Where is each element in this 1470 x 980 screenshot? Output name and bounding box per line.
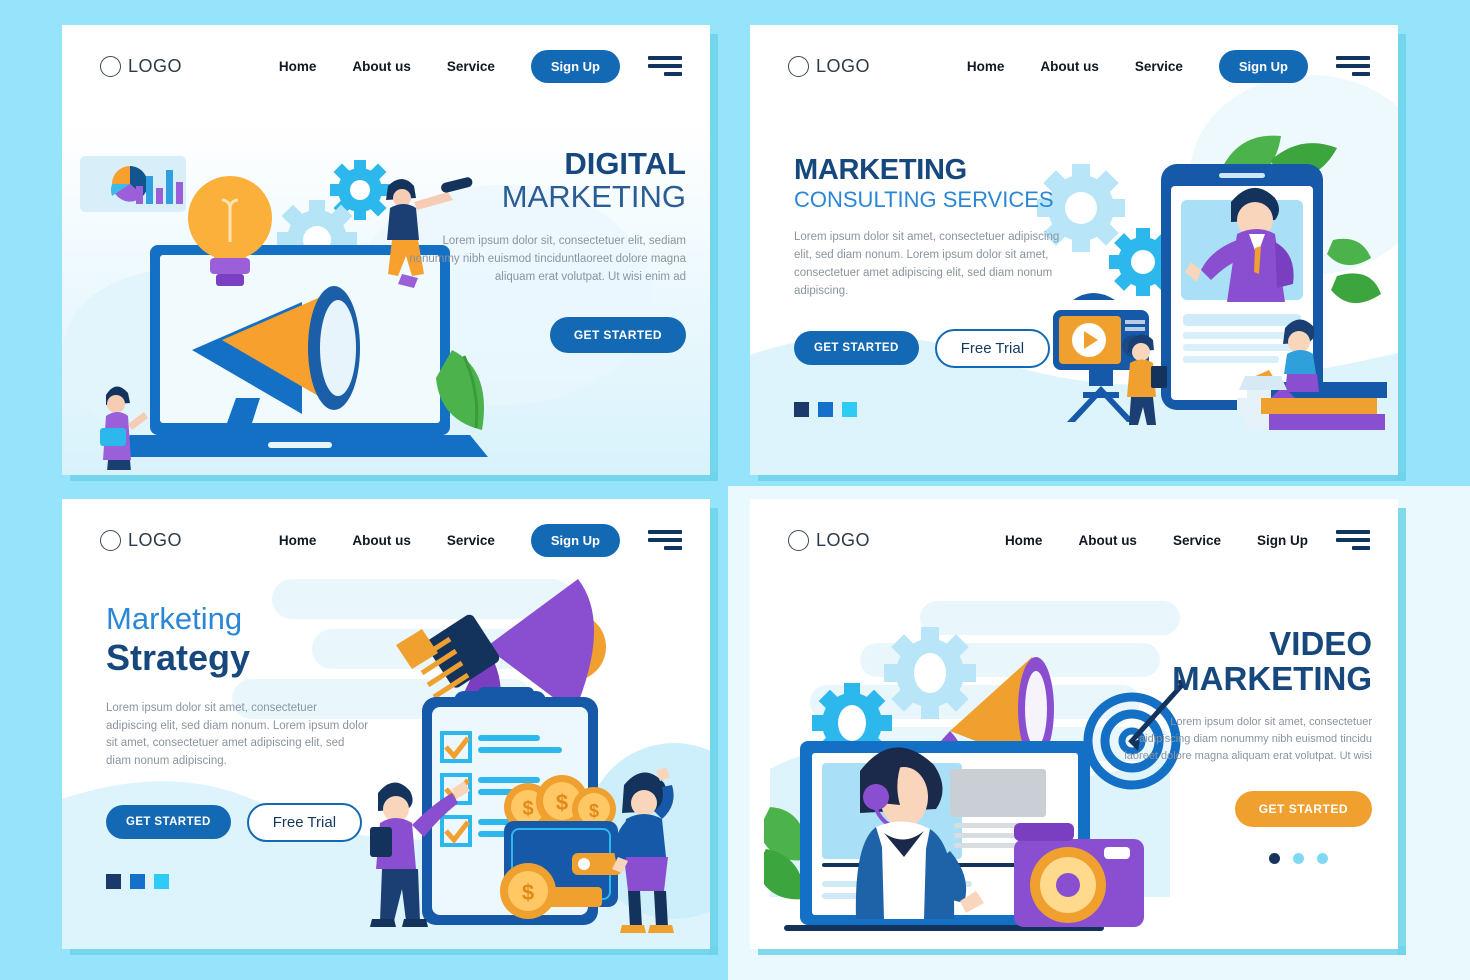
title-line1: DIGITAL (564, 146, 686, 181)
title-line2: MARKETING (501, 178, 686, 214)
carousel-dot[interactable] (106, 873, 121, 889)
hamburger-bar (648, 56, 682, 60)
carousel-dots[interactable] (1122, 853, 1328, 865)
signup-button[interactable]: Sign Up (530, 523, 620, 557)
title-line1: VIDEO (1269, 625, 1372, 662)
carousel-dot[interactable] (794, 401, 809, 417)
get-started-button[interactable]: GET STARTED (1234, 791, 1372, 828)
hamburger-bar (648, 530, 682, 534)
title-line1: MARKETING (794, 154, 967, 186)
nav-link-home[interactable]: Home (279, 59, 317, 74)
body-copy: Lorem ipsum dolor sit amet, consectetuer… (1124, 716, 1372, 763)
body-copy: Lorem ipsum dolor sit amet, consectetuer… (106, 701, 369, 768)
card-marketing-strategy: LOGO Home About us Service Sign Up $ $ $… (62, 499, 710, 949)
hamburger-icon[interactable] (648, 56, 682, 76)
logo[interactable]: LOGO (788, 529, 871, 551)
hamburger-icon[interactable] (1336, 530, 1370, 550)
hamburger-bar (648, 64, 682, 68)
content-strategy: Marketing Strategy Lorem ipsum dolor sit… (106, 601, 371, 889)
svg-text:$: $ (522, 798, 533, 820)
carousel-dot[interactable] (842, 401, 857, 417)
illustration-strategy: $ $ $ $ (370, 579, 674, 933)
hamburger-bar (1336, 530, 1370, 534)
content-digital-marketing: DIGITAL MARKETING Lorem ipsum dolor sit,… (396, 146, 686, 353)
carousel-dot[interactable] (130, 873, 145, 889)
title-line2: CONSULTING SERVICES (794, 186, 1054, 212)
logo[interactable]: LOGO (100, 529, 183, 551)
get-started-button[interactable]: GET STARTED (549, 316, 686, 353)
logo-label: LOGO (128, 529, 183, 550)
signup-button[interactable]: Sign Up (530, 49, 620, 83)
nav-link-service[interactable]: Service (1173, 533, 1221, 548)
free-trial-button[interactable]: Free Trial (246, 802, 363, 842)
hamburger-icon[interactable] (648, 530, 682, 550)
nav-link-service[interactable]: Service (1135, 59, 1183, 74)
svg-text:$: $ (556, 790, 568, 815)
body-copy: Lorem ipsum dolor sit amet, consectetuer… (794, 231, 1060, 297)
free-trial-button[interactable]: Free Trial (934, 328, 1051, 368)
logo-label: LOGO (816, 55, 871, 76)
title-line2: MARKETING (1172, 659, 1372, 697)
get-started-button[interactable]: GET STARTED (794, 331, 919, 366)
nav-link-service[interactable]: Service (447, 533, 495, 548)
logo[interactable]: LOGO (100, 55, 183, 77)
card-video-marketing: LOGO Home About us Service Sign Up VIDEO… (750, 499, 1398, 949)
hamburger-bar (1352, 72, 1370, 76)
hamburger-bar (648, 538, 682, 542)
card-digital-marketing: LOGO Home About us Service Sign Up DIGIT… (62, 25, 710, 475)
content-consulting: MARKETING CONSULTING SERVICES Lorem ipsu… (794, 154, 1074, 417)
body-copy: Lorem ipsum dolor sit, consectetuer elit… (409, 235, 686, 283)
signup-link[interactable]: Sign Up (1257, 533, 1308, 548)
carousel-dot[interactable] (1293, 853, 1304, 865)
carousel-dot[interactable] (1269, 853, 1280, 865)
card-shadow-strategy-right (709, 508, 718, 955)
nav-link-about-us[interactable]: About us (352, 59, 411, 74)
hamburger-bar (664, 546, 682, 550)
logo[interactable]: LOGO (788, 55, 871, 77)
svg-text:$: $ (589, 801, 599, 821)
signup-button[interactable]: Sign Up (1218, 49, 1308, 83)
title-line2: Strategy (106, 637, 251, 679)
nav-link-about-us[interactable]: About us (1040, 59, 1099, 74)
nav-link-about-us[interactable]: About us (1078, 533, 1137, 548)
svg-text:$: $ (522, 880, 534, 905)
nav-link-home[interactable]: Home (279, 533, 317, 548)
logo-label: LOGO (816, 529, 871, 550)
card-marketing-consulting-services: LOGO Home About us Service Sign Up MARKE… (750, 25, 1398, 475)
navbar-digital-marketing: LOGO Home About us Service Sign Up (62, 25, 710, 107)
nav-link-home[interactable]: Home (967, 59, 1005, 74)
logo-label: LOGO (128, 55, 183, 76)
logo-ring-icon (100, 55, 121, 77)
nav-link-about-us[interactable]: About us (352, 533, 411, 548)
hamburger-bar (1336, 64, 1370, 68)
logo-ring-icon (100, 529, 121, 551)
title-line1: Marketing (106, 601, 243, 636)
carousel-dot[interactable] (818, 401, 833, 417)
hamburger-bar (1336, 56, 1370, 60)
hamburger-bar (1352, 546, 1370, 550)
illustration-consulting (1037, 135, 1387, 430)
carousel-dots[interactable] (794, 401, 1074, 417)
card-shadow-digital-marketing-right (709, 34, 718, 481)
hamburger-icon[interactable] (1336, 56, 1370, 76)
nav-link-service[interactable]: Service (447, 59, 495, 74)
carousel-dot[interactable] (154, 873, 169, 889)
content-video-marketing: VIDEO MARKETING Lorem ipsum dolor sit am… (1122, 625, 1372, 865)
logo-ring-icon (788, 529, 809, 551)
hamburger-bar (1336, 538, 1370, 542)
hamburger-bar (664, 72, 682, 76)
navbar-video: LOGO Home About us Service Sign Up (750, 499, 1398, 581)
get-started-button[interactable]: GET STARTED (106, 805, 231, 840)
navbar-consulting: LOGO Home About us Service Sign Up (750, 25, 1398, 107)
logo-ring-icon (788, 55, 809, 77)
illustration-video-marketing (764, 627, 1184, 931)
card-shadow-video-right (1397, 508, 1406, 955)
card-shadow-consulting-right (1397, 34, 1406, 481)
nav-link-home[interactable]: Home (1005, 533, 1043, 548)
carousel-dots[interactable] (106, 873, 371, 889)
carousel-dot[interactable] (1317, 853, 1328, 865)
